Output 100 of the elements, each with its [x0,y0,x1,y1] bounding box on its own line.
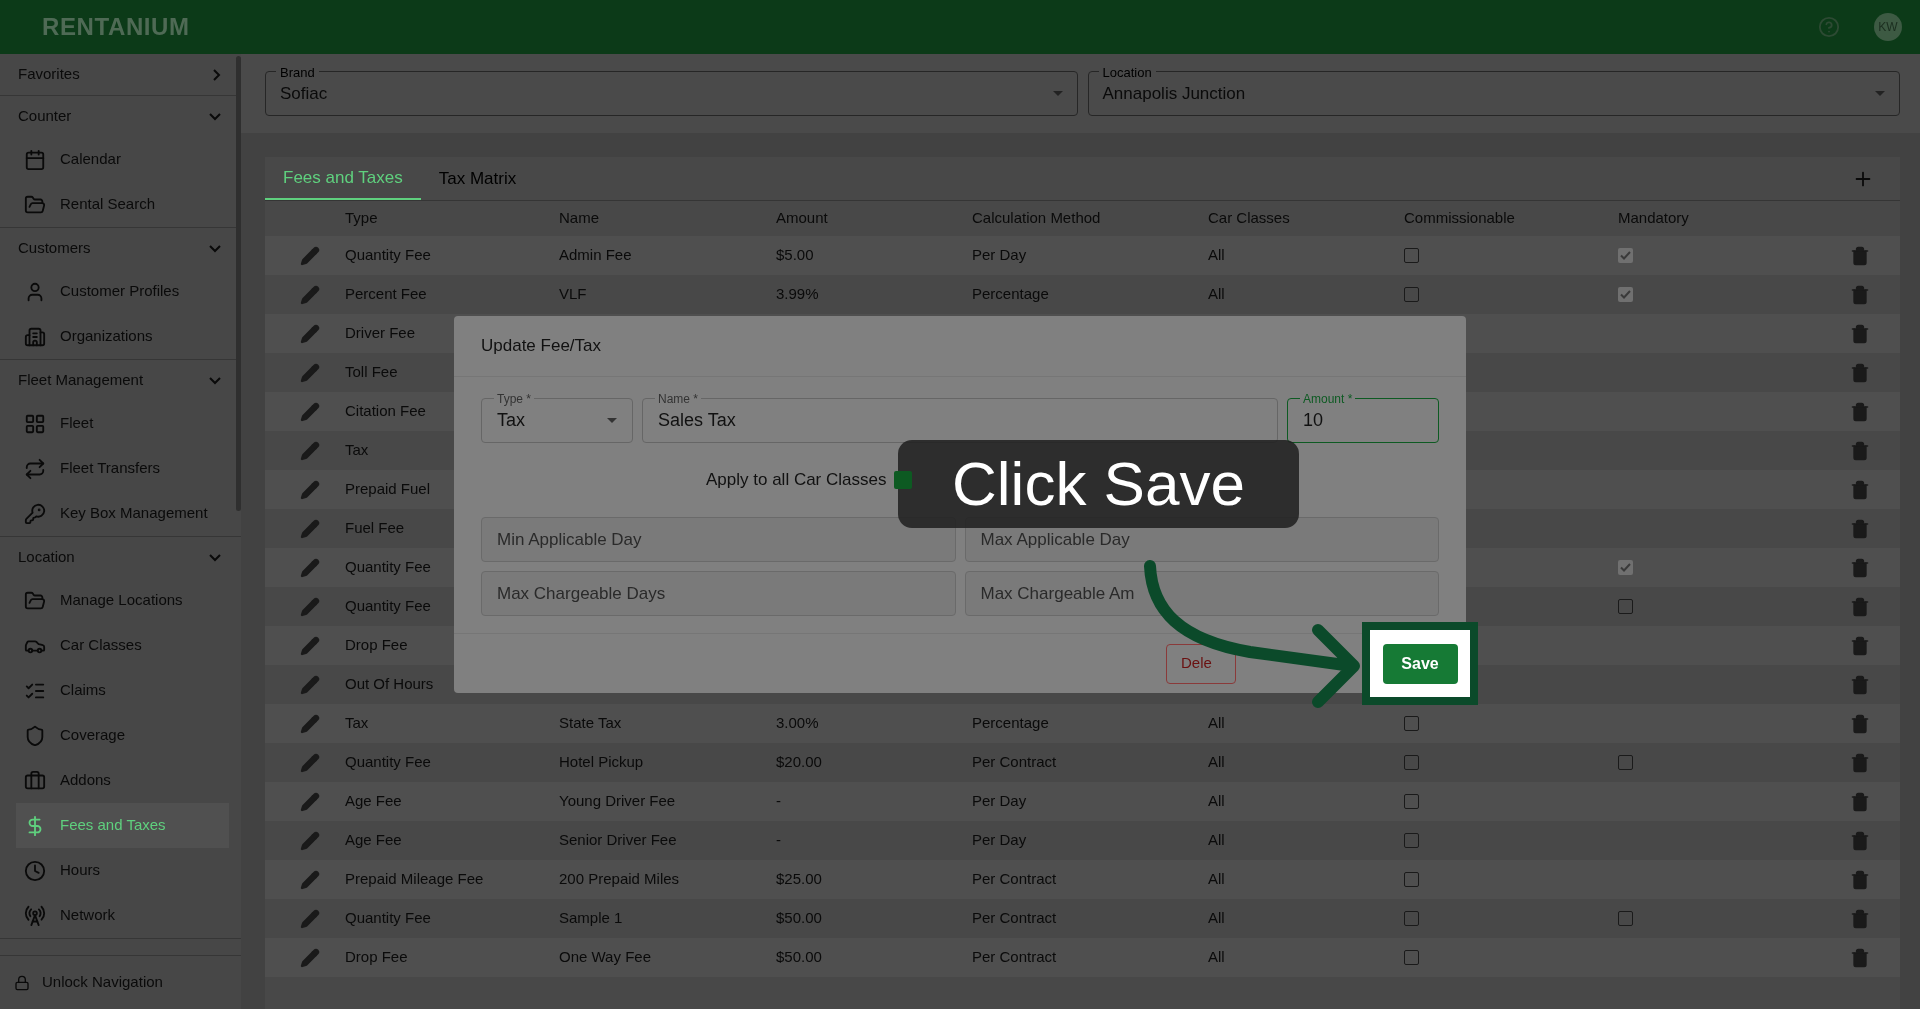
table-cell: Sample 1 [559,909,623,927]
checkbox[interactable] [1618,248,1633,263]
input-field[interactable]: Max Chargeable Am [964,571,1439,616]
delete-icon[interactable] [1850,752,1870,773]
delete-icon[interactable] [1850,518,1870,539]
edit-icon[interactable] [300,440,320,461]
delete-icon[interactable] [1850,869,1870,890]
tab[interactable]: Fees and Taxes [265,158,421,200]
save-button[interactable]: Save [1382,643,1458,684]
table-cell: All [1208,714,1225,732]
delete-icon[interactable] [1850,557,1870,578]
delete-icon[interactable] [1850,713,1870,734]
checkbox[interactable] [1618,599,1633,614]
tab[interactable]: Tax Matrix [420,158,535,200]
edit-icon[interactable] [300,947,320,968]
edit-icon[interactable] [300,557,320,578]
table-cell: Percentage [972,714,1049,732]
table-cell: Age Fee [345,831,402,849]
input-field[interactable]: Min Applicable Day [481,517,956,562]
checkbox[interactable] [1618,287,1633,302]
checkbox[interactable] [1618,911,1633,926]
nav-item[interactable]: Key Box Management [16,491,229,536]
table-cell: - [776,831,781,849]
edit-icon[interactable] [300,362,320,383]
edit-icon[interactable] [300,245,320,266]
nav-item[interactable]: Fees and Taxes [16,803,229,848]
edit-icon[interactable] [300,596,320,617]
delete-icon[interactable] [1850,908,1870,929]
delete-icon[interactable] [1850,284,1870,305]
section-header[interactable]: Customers [0,228,235,269]
checkbox[interactable] [1404,833,1419,848]
section-header[interactable]: Location [0,537,235,578]
delete-icon[interactable] [1850,830,1870,851]
checkbox[interactable] [894,471,913,489]
chevron-down-icon [209,112,221,121]
nav-item[interactable]: Network [16,893,229,938]
delete-icon[interactable] [1850,674,1870,695]
nav-item[interactable]: Coverage [16,713,229,758]
nav-item[interactable]: Organizations [16,314,229,359]
checkbox[interactable] [1404,950,1419,965]
table-cell: $20.00 [776,753,822,771]
nav-item[interactable]: Claims [16,668,229,713]
nav-item[interactable]: Addons [16,758,229,803]
delete-icon[interactable] [1850,791,1870,812]
checkbox[interactable] [1404,872,1419,887]
edit-icon[interactable] [300,869,320,890]
table-cell: $50.00 [776,909,822,927]
checkbox[interactable] [1618,560,1633,575]
edit-icon[interactable] [300,713,320,734]
input-field[interactable]: Max Chargeable Days [481,571,956,616]
edit-icon[interactable] [300,284,320,305]
edit-icon[interactable] [300,752,320,773]
checkbox-label: Apply to all Car Classes [706,469,887,492]
delete-icon[interactable] [1850,401,1870,422]
checkbox[interactable] [1404,248,1419,263]
section-header[interactable]: Fleet Management [0,360,235,401]
delete-icon[interactable] [1850,596,1870,617]
edit-icon[interactable] [300,674,320,695]
edit-icon[interactable] [300,479,320,500]
table-cell: Citation Fee [345,402,426,420]
table-cell: Quantity Fee [345,558,431,576]
nav-item[interactable]: Hours [16,848,229,893]
delete-icon[interactable] [1850,362,1870,383]
table-cell: Per Contract [972,948,1057,966]
delete-icon[interactable] [1850,440,1870,461]
delete-icon[interactable] [1850,323,1870,344]
delete-icon[interactable] [1850,479,1870,500]
delete-icon[interactable] [1850,635,1870,656]
checkbox[interactable] [1404,794,1419,809]
checkbox[interactable] [1618,755,1633,770]
section-header[interactable]: Counter [0,96,235,137]
edit-icon[interactable] [300,518,320,539]
checkbox[interactable] [1404,716,1419,731]
edit-icon[interactable] [300,830,320,851]
help-icon[interactable] [1818,16,1840,38]
table-cell: Drop Fee [345,636,408,654]
delete-icon[interactable] [1850,947,1870,968]
column-header: Calculation Method [972,208,1102,229]
edit-icon[interactable] [300,635,320,656]
delete-icon[interactable] [1850,245,1870,266]
nav-item[interactable]: Manage Locations [16,578,229,623]
caret-icon [607,418,617,423]
nav-item[interactable]: Fleet [16,401,229,446]
nav-item[interactable]: Fleet Transfers [16,446,229,491]
checkbox[interactable] [1404,755,1419,770]
table-cell: Tax [345,441,369,459]
nav-item[interactable]: Calendar [16,137,229,182]
checkbox[interactable] [1404,911,1419,926]
edit-icon[interactable] [300,908,320,929]
nav-item[interactable]: Customer Profiles [16,269,229,314]
edit-icon[interactable] [300,791,320,812]
delete-button[interactable]: Dele [1166,643,1236,684]
section-header[interactable]: Favorites [0,54,235,95]
nav-item[interactable]: Rental Search [16,182,229,227]
edit-icon[interactable] [300,323,320,344]
table-cell: Toll Fee [345,363,398,381]
nav-item[interactable]: Car Classes [16,623,229,668]
edit-icon[interactable] [300,401,320,422]
checkbox[interactable] [1404,287,1419,302]
unlock-navigation[interactable]: Unlock Navigation [0,955,241,1009]
